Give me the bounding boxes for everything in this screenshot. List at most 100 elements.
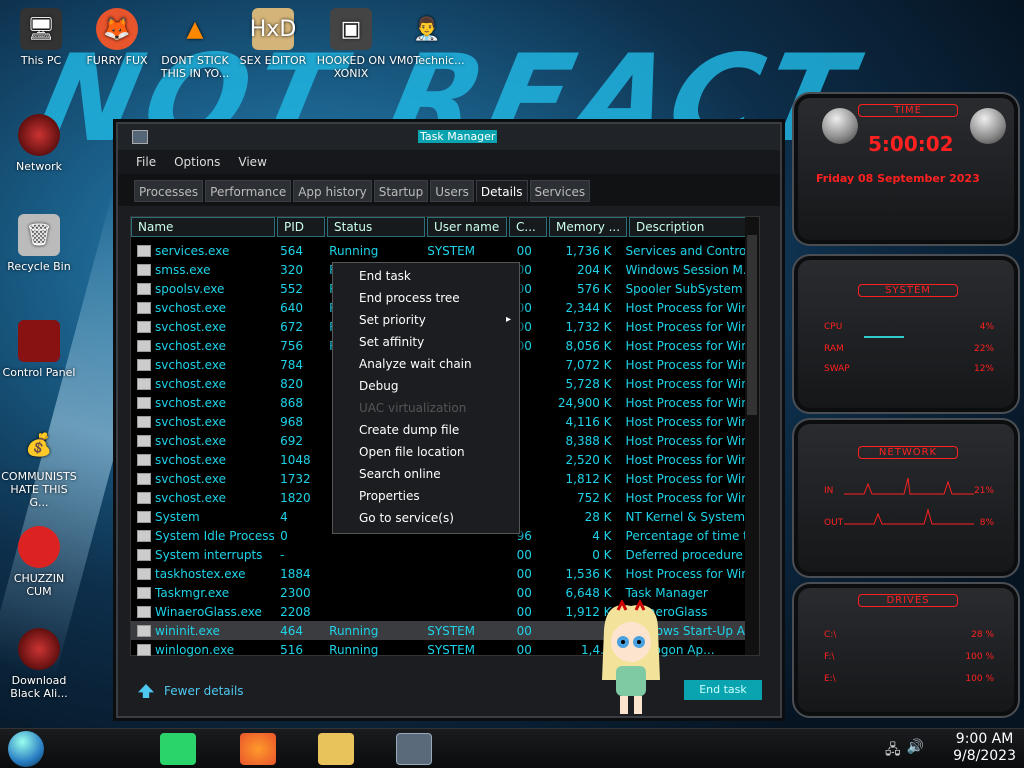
desktop-icon-vm0technic[interactable]: 👨‍⚕️ VM0Technic...: [388, 8, 466, 68]
desktop-icon-dont-stick[interactable]: ▲ DONT STICK THIS IN YO...: [156, 8, 234, 81]
alien-head-icon: [970, 108, 1006, 144]
table-cell: Host Process for Win...: [625, 395, 745, 410]
table-cell: 1732: [280, 471, 311, 486]
desktop-icon-download-black-alien[interactable]: Download Black Ali...: [0, 628, 78, 700]
table-cell: -: [280, 547, 285, 562]
context-menu-item[interactable]: Create dump file: [333, 419, 519, 441]
desktop-icon-sex-editor[interactable]: HxD SEX EDITOR: [234, 8, 312, 67]
tab-performance[interactable]: Performance: [205, 180, 292, 202]
process-name-cell: svchost.exe: [131, 472, 274, 486]
tab-services[interactable]: Services: [529, 180, 591, 202]
table-cell: 576 K: [576, 281, 612, 296]
desktop-icon-chuzzin-cum[interactable]: CHUZZIN CUM: [0, 526, 78, 598]
col-header-user[interactable]: User name: [427, 217, 507, 237]
taskbar-clock[interactable]: 9:00 AM 9/8/2023: [953, 731, 1016, 765]
table-cell: 00: [516, 566, 532, 581]
desktop-icon-network[interactable]: Network: [0, 114, 78, 173]
context-menu-item[interactable]: End process tree: [333, 287, 519, 309]
tab-startup[interactable]: Startup: [373, 180, 429, 202]
process-name-cell: WinaeroGlass.exe: [131, 605, 274, 619]
desktop-icon-control-panel[interactable]: Control Panel: [0, 320, 78, 379]
desktop-icon-this-pc[interactable]: 🖥 This PC: [2, 8, 80, 67]
context-menu-item[interactable]: Set affinity: [333, 331, 519, 353]
process-name-cell: System: [131, 510, 274, 524]
table-cell: 868: [280, 395, 303, 410]
context-menu-item[interactable]: Debug: [333, 375, 519, 397]
system-tray: 🖧 🔊: [885, 739, 924, 763]
table-row[interactable]: taskhostex.exe 1884 00 1,536 K Host Process …: [131, 564, 745, 583]
table-cell: Deferred procedure ...: [625, 547, 745, 562]
table-row[interactable]: System interrupts - 00 0 K Deferred procedur…: [131, 545, 745, 564]
table-cell: 552: [280, 281, 303, 296]
context-menu-item[interactable]: Set priority ▸: [333, 309, 519, 331]
process-icon: [137, 529, 151, 542]
process-icon: [137, 320, 151, 333]
desktop-icon-recycle-bin[interactable]: 🗑 Recycle Bin: [0, 214, 78, 273]
tab-details[interactable]: Details: [475, 180, 528, 202]
context-menu-item[interactable]: Search online: [333, 463, 519, 485]
volume-icon[interactable]: 🔊: [907, 739, 924, 763]
tab-processes[interactable]: Processes: [134, 180, 204, 202]
table-cell: Running: [329, 623, 379, 638]
tab-users[interactable]: Users: [430, 180, 474, 202]
tab-app-history[interactable]: App history: [293, 180, 372, 202]
process-icon: [137, 244, 151, 257]
network-tray-icon[interactable]: 🖧: [885, 739, 901, 763]
scrollbar-thumb[interactable]: [747, 235, 757, 415]
desktop-icon-hooked-on-xonix[interactable]: ▣ HOOKED ON XONIX: [312, 8, 390, 80]
table-cell: 2300: [280, 585, 311, 600]
col-header-description[interactable]: Description: [629, 217, 755, 237]
table-cell: Host Process for Win...: [625, 452, 745, 467]
context-menu: End task End process tree Set priority ▸ Set…: [332, 262, 520, 534]
drive-f-stat: F:\ 100 %: [824, 652, 994, 662]
cpu-stat: CPU 4%: [824, 322, 994, 332]
process-icon: [137, 491, 151, 504]
desktop-icon-communists[interactable]: 💰 COMMUNISTS HATE THIS G...: [0, 424, 78, 510]
table-cell: Percentage of time t...: [625, 528, 745, 543]
menu-file[interactable]: File: [136, 155, 156, 169]
process-name-cell: wininit.exe: [131, 624, 274, 638]
table-cell: Host Process for Win...: [625, 490, 745, 505]
clock-gadget[interactable]: TIME 5:00:02 Friday 08 September 2023: [792, 92, 1020, 246]
col-header-memory[interactable]: Memory ...: [549, 217, 627, 237]
menu-options[interactable]: Options: [174, 155, 220, 169]
table-cell: 2208: [280, 604, 311, 619]
drives-gadget[interactable]: DRIVES C:\ 28 % F:\ 100 % E:\ 100 %: [792, 582, 1020, 718]
process-icon: [137, 339, 151, 352]
tab-strip: Processes Performance App history Startu…: [118, 174, 780, 206]
title-bar[interactable]: Task Manager: [118, 124, 780, 150]
context-menu-item[interactable]: Go to service(s): [333, 507, 519, 529]
taskbar-task-manager-icon[interactable]: [396, 733, 432, 765]
ram-stat: RAM 22%: [824, 344, 994, 354]
context-menu-item[interactable]: Properties: [333, 485, 519, 507]
system-gadget[interactable]: SYSTEM CPU 4% RAM 22% SWAP 12%: [792, 254, 1020, 414]
taskbar-firefox-icon[interactable]: [240, 733, 276, 765]
context-menu-item[interactable]: Analyze wait chain: [333, 353, 519, 375]
table-row[interactable]: services.exe 564 Running SYSTEM 00 1,736 K Ser…: [131, 241, 745, 260]
table-cell: Services and Control...: [625, 243, 745, 258]
process-name-cell: svchost.exe: [131, 301, 274, 315]
col-header-pid[interactable]: PID: [277, 217, 325, 237]
end-task-button[interactable]: End task: [684, 680, 762, 700]
process-name-cell: System interrupts: [131, 548, 274, 562]
context-menu-item[interactable]: End task: [333, 265, 519, 287]
start-button[interactable]: [8, 731, 44, 767]
taskbar-app-notes-icon[interactable]: [160, 733, 196, 765]
desktop-icon-furry-fux[interactable]: 🦊 FURRY FUX: [78, 8, 156, 67]
menu-view[interactable]: View: [238, 155, 266, 169]
vertical-scrollbar[interactable]: [745, 217, 759, 655]
col-header-cpu[interactable]: C...: [509, 217, 547, 237]
col-header-status[interactable]: Status: [327, 217, 425, 237]
context-menu-item[interactable]: Open file location: [333, 441, 519, 463]
table-cell: SYSTEM: [427, 623, 476, 638]
taskbar-file-explorer-icon[interactable]: [318, 733, 354, 765]
table-cell: 1884: [280, 566, 311, 581]
network-gadget[interactable]: NETWORK IN 21% OUT 8%: [792, 418, 1020, 578]
process-name-cell: svchost.exe: [131, 491, 274, 505]
fewer-details-link[interactable]: Fewer details: [138, 684, 244, 698]
process-icon: [137, 586, 151, 599]
table-cell: 1,736 K: [565, 243, 612, 258]
col-header-name[interactable]: Name: [131, 217, 275, 237]
gadget-title: NETWORK: [858, 446, 958, 459]
table-cell: Host Process for Win...: [625, 300, 745, 315]
